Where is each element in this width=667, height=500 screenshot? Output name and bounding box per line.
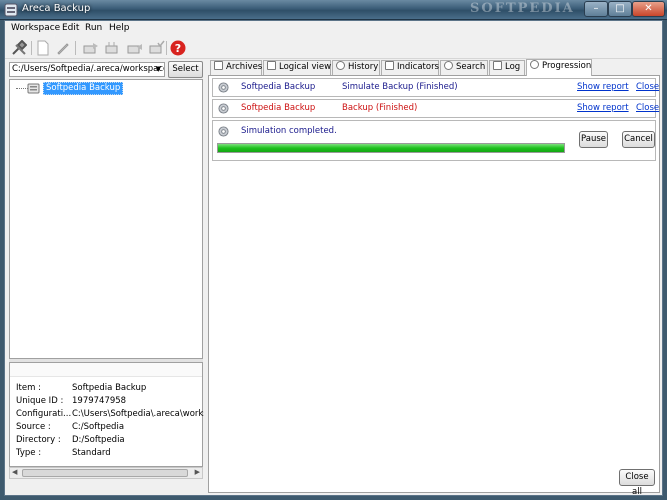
tab-history[interactable]: History <box>332 60 380 75</box>
menu-help[interactable]: Help <box>109 23 130 33</box>
main-window: Workspace Edit Run Help ? C:/Users/Softp… <box>4 20 663 497</box>
tab-indicators[interactable]: Indicators <box>381 60 439 75</box>
archive-icon <box>214 61 223 70</box>
task-name: Softpedia Backup <box>241 103 316 113</box>
scrollbar-thumb[interactable] <box>22 469 188 477</box>
window-title: Areca Backup <box>22 3 91 14</box>
properties-panel: Item : Softpedia Backup Unique ID :197974… <box>9 362 221 467</box>
new-document-icon[interactable] <box>35 40 51 56</box>
property-row: Item : Softpedia Backup <box>16 383 147 393</box>
tab-archives[interactable]: Archives <box>210 60 262 75</box>
cancel-button[interactable]: Cancel <box>622 131 655 148</box>
backup-icon[interactable] <box>83 40 99 56</box>
tab-log[interactable]: Log <box>489 60 525 75</box>
task-row: Softpedia Backup Simulate Backup (Finish… <box>212 78 659 97</box>
menu-edit[interactable]: Edit <box>62 23 79 33</box>
svg-text:?: ? <box>175 42 181 55</box>
recover-icon[interactable] <box>127 40 143 56</box>
minimize-button[interactable]: – <box>584 1 608 17</box>
tools-icon[interactable] <box>11 40 27 56</box>
check-icon[interactable] <box>149 40 165 56</box>
scroll-right-icon[interactable]: ▶ <box>195 468 200 476</box>
progress-bar <box>217 143 565 153</box>
task-message: Simulation completed. <box>241 126 337 136</box>
title-bar: Areca Backup SOFTPEDIA – □ ✕ <box>0 0 667 20</box>
tree-item-softpedia-backup[interactable]: Softpedia Backup <box>43 82 124 95</box>
document-icon <box>385 61 394 70</box>
horizontal-scrollbar[interactable]: ◀ ▶ <box>9 467 203 479</box>
target-tree: Softpedia Backup <box>9 79 203 359</box>
help-icon[interactable]: ? <box>170 40 186 56</box>
property-row: Unique ID :1979747958 <box>16 396 127 406</box>
property-row: Directory : D:/Softpedia <box>16 435 125 445</box>
show-report-link[interactable]: Show report <box>577 103 629 113</box>
menu-run[interactable]: Run <box>85 23 102 33</box>
menu-workspace[interactable]: Workspace <box>11 23 60 33</box>
property-row: Configurati...C:\Users\Softpedia\.areca\… <box>16 409 222 419</box>
clock-icon <box>336 61 345 70</box>
tab-logical-view[interactable]: Logical view <box>263 60 331 75</box>
log-icon <box>493 61 502 70</box>
toolbar: ? <box>5 37 662 59</box>
show-report-link[interactable]: Show report <box>577 82 629 92</box>
progression-panel: Softpedia Backup Simulate Backup (Finish… <box>208 75 660 497</box>
task-name: Softpedia Backup <box>241 82 316 92</box>
gear-icon <box>218 126 229 137</box>
disk-icon <box>267 61 276 70</box>
merge-icon[interactable] <box>105 40 121 56</box>
gear-icon <box>218 103 229 114</box>
current-task: Simulation completed. Pause Cancel <box>212 120 656 161</box>
close-link[interactable]: Close <box>636 82 659 92</box>
property-row: Type : Standard <box>16 448 111 458</box>
menu-bar: Workspace Edit Run Help <box>5 21 662 36</box>
gear-icon <box>530 60 539 69</box>
app-icon <box>4 3 18 17</box>
select-workspace-button[interactable]: Select ... <box>168 61 203 89</box>
workspace-path: C:/Users/Softpedia/.areca/workspace <box>12 64 165 74</box>
close-link[interactable]: Close <box>636 103 659 113</box>
search-icon <box>444 61 453 70</box>
task-row: Softpedia Backup Backup (Finished) Show … <box>212 99 659 118</box>
edit-pencil-icon[interactable] <box>55 40 71 56</box>
progress-fill <box>218 144 564 152</box>
pause-button[interactable]: Pause <box>579 131 608 148</box>
chevron-down-icon[interactable]: ▼ <box>156 65 161 73</box>
tab-bar: Archives Logical view History Indicators… <box>208 59 660 76</box>
close-all-button[interactable]: Close all <box>619 469 655 497</box>
task-status: Backup (Finished) <box>342 103 418 113</box>
watermark: SOFTPEDIA <box>470 1 575 16</box>
scroll-left-icon[interactable]: ◀ <box>12 468 17 476</box>
task-status: Simulate Backup (Finished) <box>342 82 458 92</box>
gear-icon <box>218 82 229 93</box>
close-window-button[interactable]: ✕ <box>632 1 665 17</box>
backup-target-icon <box>27 83 40 94</box>
workspace-path-select[interactable]: C:/Users/Softpedia/.areca/workspace ▼ <box>9 62 165 77</box>
tab-progression[interactable]: Progression <box>526 59 592 76</box>
tab-search[interactable]: Search <box>440 60 488 75</box>
property-row: Source : C:/Softpedia <box>16 422 125 432</box>
maximize-button[interactable]: □ <box>608 1 632 17</box>
